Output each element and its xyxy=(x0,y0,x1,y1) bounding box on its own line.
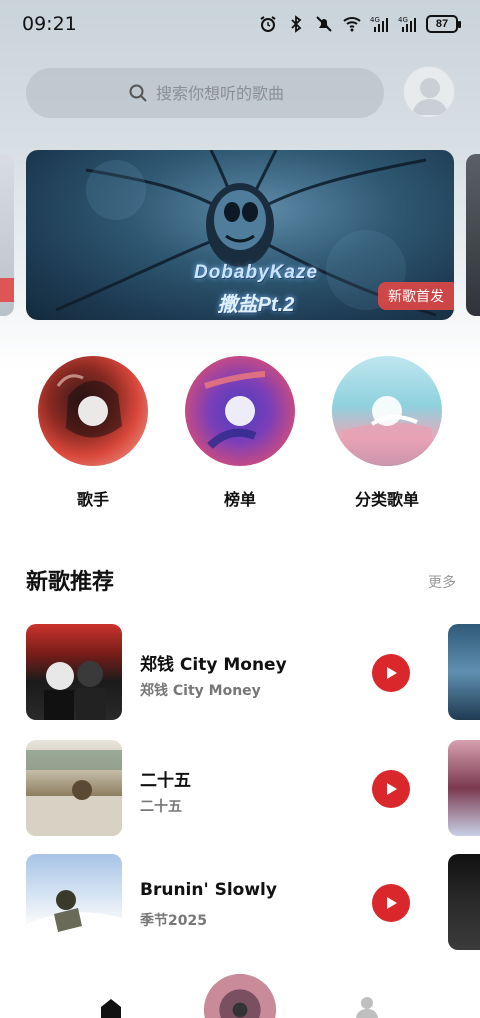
play-icon xyxy=(387,667,397,679)
banner-peek-left[interactable] xyxy=(0,154,14,316)
play-button[interactable] xyxy=(372,884,410,922)
banner-slide[interactable]: DobabyKaze 撒盐Pt.2 新歌首发 xyxy=(26,150,454,320)
mute-icon xyxy=(316,16,332,32)
search-icon xyxy=(129,84,147,102)
search-row xyxy=(26,66,456,118)
svg-text:4G: 4G xyxy=(370,16,380,24)
alarm-icon xyxy=(260,16,276,32)
song-row[interactable]: 二十五 二十五 xyxy=(0,740,480,838)
song-peek-cover[interactable] xyxy=(448,740,480,836)
signal-4g-icon: 4G xyxy=(370,16,388,32)
song-cover[interactable] xyxy=(26,740,122,836)
svg-text:4G: 4G xyxy=(398,16,408,24)
banner-peek-right[interactable] xyxy=(466,154,480,316)
banner-tag: 新歌首发 xyxy=(378,282,454,310)
status-icons: 4G 4G 87 xyxy=(258,15,461,33)
category-label: 分类歌单 xyxy=(354,490,419,509)
section-title-text: 新歌推荐 xyxy=(26,570,115,595)
avatar-user-icon xyxy=(412,78,448,115)
song-peek-cover[interactable] xyxy=(448,854,480,950)
now-playing-disc[interactable] xyxy=(204,974,276,1018)
banner-carousel[interactable]: DobabyKaze 撒盐Pt.2 新歌首发 xyxy=(0,150,480,320)
profile-icon[interactable] xyxy=(354,996,380,1018)
song-peek-cover[interactable] xyxy=(448,624,480,720)
category-label: 歌手 xyxy=(76,490,109,509)
signal-4g-icon: 4G xyxy=(398,16,416,32)
bluetooth-icon xyxy=(291,15,302,33)
song-title: 二十五 xyxy=(140,771,191,791)
battery-indicator: 87 xyxy=(426,15,461,33)
disc-hole xyxy=(372,396,402,426)
category-label: 榜单 xyxy=(223,490,256,509)
song-title: 郑钱 City Money xyxy=(140,655,287,675)
banner-title: DobabyKaze xyxy=(193,262,319,283)
category-playlist[interactable]: 分类歌单 xyxy=(332,356,442,510)
avatar[interactable] xyxy=(403,66,455,118)
category-row: 歌手 榜单 分类歌单 xyxy=(0,356,480,516)
chart-disc-icon xyxy=(185,356,295,466)
song-row[interactable]: 郑钱 City Money 郑钱 City Money xyxy=(0,624,480,722)
song-cover[interactable] xyxy=(26,854,122,950)
new-songs-header: 新歌推荐 更多 xyxy=(26,564,456,604)
play-button[interactable] xyxy=(372,770,410,808)
wifi-icon xyxy=(343,17,361,32)
song-artist: 郑钱 City Money xyxy=(140,683,261,699)
status-bar: 09:21 4G 4G 87 xyxy=(0,0,480,48)
more-link[interactable]: 更多 xyxy=(428,572,456,592)
song-artist: 二十五 xyxy=(140,799,182,815)
bottom-nav xyxy=(0,966,480,1018)
status-time: 09:21 xyxy=(22,13,77,35)
peek-tag xyxy=(0,278,14,302)
search-input[interactable] xyxy=(156,83,356,103)
search-bar[interactable] xyxy=(26,68,384,118)
singer-disc-icon xyxy=(38,356,148,466)
category-disc-icon xyxy=(332,356,442,466)
section-title: 新歌推荐 xyxy=(26,564,115,599)
play-icon xyxy=(387,783,397,795)
song-row[interactable]: Brunin' Slowly 季节2025 xyxy=(0,854,480,952)
song-cover[interactable] xyxy=(26,624,122,720)
disc-hole xyxy=(225,396,255,426)
category-chart[interactable]: 榜单 xyxy=(185,356,295,510)
play-button[interactable] xyxy=(372,654,410,692)
home-icon[interactable] xyxy=(98,998,124,1018)
disc-hole xyxy=(78,396,108,426)
category-singer[interactable]: 歌手 xyxy=(38,356,148,510)
banner-subtitle: 撒盐Pt.2 xyxy=(217,294,295,316)
song-title: Brunin' Slowly xyxy=(140,880,277,900)
play-icon xyxy=(387,897,397,909)
song-artist: 季节2025 xyxy=(140,913,207,929)
